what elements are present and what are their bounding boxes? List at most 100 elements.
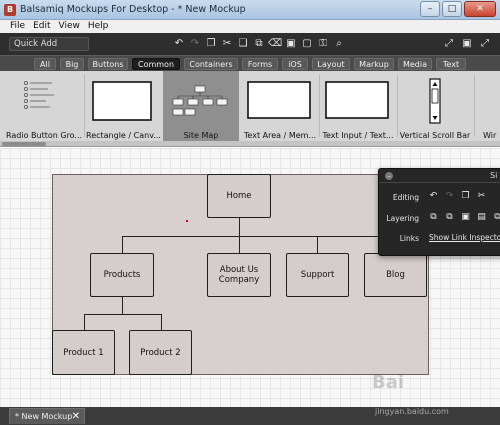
connector (317, 236, 318, 254)
tab-media[interactable]: Media (398, 58, 432, 70)
search-icon[interactable]: ⌕ (332, 37, 346, 51)
tab-all[interactable]: All (34, 58, 56, 70)
menu-bar: File Edit View Help (0, 20, 500, 33)
editing-label: Editing (392, 193, 419, 202)
expand-icon[interactable]: ⤢ (478, 37, 492, 51)
toolbar: Quick Add ↶ ↷ ❐ ✂ ❑ ⧉ ⌫ ▣ ▢ ⚿ ⌕ ⤢ ▣ ⤢ (0, 33, 500, 55)
radio-button-group-thumbnail (23, 80, 54, 110)
menu-edit[interactable]: Edit (33, 20, 50, 33)
watermark-url: jingyan.baidu.com (375, 407, 449, 416)
close-tab-icon[interactable]: ✕ (72, 409, 80, 424)
close-button[interactable]: ✕ (464, 1, 496, 17)
tab-text[interactable]: Text (436, 58, 466, 70)
ungroup-icon[interactable]: ▢ (300, 37, 314, 51)
library-item-label: Text Input / Text... (322, 131, 394, 140)
library-item-radio-button-group[interactable]: Radio Button Gro... (6, 71, 83, 141)
copy-icon[interactable]: ❐ (204, 37, 218, 51)
layering-label: Layering (386, 214, 419, 223)
group-icon[interactable]: ▣ (284, 37, 298, 51)
library-item-label: Wir (483, 131, 497, 140)
connector (84, 314, 85, 330)
edit-tools: ↶ ↷ ❐ ✂ ❑ ⧉ ⌫ ▣ ▢ ⚿ ⌕ (172, 37, 346, 51)
connector (122, 236, 395, 237)
connector (239, 236, 240, 254)
show-link-inspector-link[interactable]: Show Link Inspector (429, 233, 500, 242)
tab-buttons[interactable]: Buttons (88, 58, 128, 70)
copy-icon[interactable]: ❐ (459, 190, 472, 203)
library-item-wireframe[interactable]: Wir (476, 71, 500, 141)
library-scroll-thumb[interactable] (2, 142, 46, 146)
app-icon: B (4, 4, 16, 16)
maximize-button[interactable]: □ (442, 1, 462, 17)
tab-big[interactable]: Big (60, 58, 84, 70)
library-item-vertical-scroll-bar[interactable]: Vertical Scroll Bar (398, 71, 472, 141)
library-divider (84, 75, 85, 137)
bring-forward-icon[interactable]: ⧉ (443, 211, 456, 224)
menu-file[interactable]: File (10, 20, 25, 33)
site-map-thumbnail (172, 85, 228, 116)
document-tab-label: * New Mockup (15, 412, 73, 421)
cut-icon[interactable]: ✂ (220, 37, 234, 51)
property-inspector-title-bar[interactable]: – Si (379, 169, 500, 183)
node-home[interactable]: Home (207, 174, 271, 218)
document-tab[interactable]: * New Mockup ✕ (9, 408, 85, 424)
tab-containers[interactable]: Containers (184, 58, 238, 70)
paste-icon[interactable]: ⧉ (252, 37, 266, 51)
delete-icon[interactable]: ⌫ (268, 37, 282, 51)
text-input-thumbnail (325, 81, 389, 119)
layer-icon[interactable]: ⧉ (491, 211, 500, 224)
tab-layout[interactable]: Layout (312, 58, 350, 70)
window-title: Balsamiq Mockups For Desktop - * New Moc… (20, 4, 246, 15)
redo-icon[interactable]: ↷ (443, 190, 456, 203)
connector (161, 314, 162, 330)
layering-tools: ⧉ ⧉ ▣ ▤ ⧉ (427, 211, 500, 224)
library-item-label: Vertical Scroll Bar (399, 131, 471, 140)
redo-icon[interactable]: ↷ (188, 37, 202, 51)
cut-icon[interactable]: ✂ (475, 190, 488, 203)
minimize-button[interactable]: – (420, 1, 440, 17)
library-item-label: Radio Button Gro... (6, 131, 83, 140)
node-products[interactable]: Products (90, 253, 154, 297)
property-inspector: – Si Editing ↶ ↷ ❐ ✂ Layering ⧉ ⧉ ▣ ▤ ⧉ … (378, 168, 500, 256)
library-item-label: Site Map (183, 131, 219, 140)
node-product-1[interactable]: Product 1 (52, 330, 115, 375)
library-item-rectangle[interactable]: Rectangle / Canv... (86, 71, 161, 141)
library-item-text-area[interactable]: Text Area / Mem... (242, 71, 318, 141)
undo-icon[interactable]: ↶ (172, 37, 186, 51)
cursor-marker (186, 220, 188, 222)
view-tools: ⤢ ▣ ⤢ (442, 37, 492, 51)
library-item-label: Text Area / Mem... (243, 131, 317, 140)
library-item-text-input[interactable]: Text Input / Text... (320, 71, 396, 141)
presentation-icon[interactable]: ▣ (460, 37, 474, 51)
library-item-site-map[interactable]: Site Map (163, 71, 239, 141)
library-scrollbar[interactable] (0, 141, 500, 146)
connector (239, 218, 240, 236)
undo-icon[interactable]: ↶ (427, 190, 440, 203)
ui-library: Radio Button Gro... Rectangle / Canv... … (0, 71, 500, 147)
tab-common[interactable]: Common (132, 58, 180, 70)
tab-markup[interactable]: Markup (354, 58, 394, 70)
node-about-us[interactable]: About Us Company (207, 253, 271, 297)
node-support[interactable]: Support (286, 253, 349, 297)
tab-forms[interactable]: Forms (242, 58, 278, 70)
lock-icon[interactable]: ⚿ (316, 37, 330, 51)
tab-ios[interactable]: iOS (282, 58, 308, 70)
property-inspector-title: Si (490, 171, 498, 180)
quick-add-input[interactable]: Quick Add (9, 37, 89, 51)
collapse-icon[interactable]: – (385, 172, 393, 180)
send-backward-icon[interactable]: ▣ (459, 211, 472, 224)
duplicate-icon[interactable]: ❑ (236, 37, 250, 51)
node-product-2[interactable]: Product 2 (129, 330, 192, 375)
node-blog[interactable]: Blog (364, 253, 427, 297)
menu-view[interactable]: View (59, 20, 80, 33)
send-to-back-icon[interactable]: ▤ (475, 211, 488, 224)
editing-tools: ↶ ↷ ❐ ✂ (427, 190, 488, 203)
menu-help[interactable]: Help (88, 20, 109, 33)
bring-to-front-icon[interactable]: ⧉ (427, 211, 440, 224)
library-divider (474, 75, 475, 137)
library-tab-strip: All Big Buttons Common Containers Forms … (0, 55, 500, 71)
connector (122, 296, 123, 314)
library-item-label: Rectangle / Canv... (86, 131, 161, 140)
vertical-scroll-bar-thumbnail (429, 78, 441, 124)
fullscreen-icon[interactable]: ⤢ (442, 37, 456, 51)
